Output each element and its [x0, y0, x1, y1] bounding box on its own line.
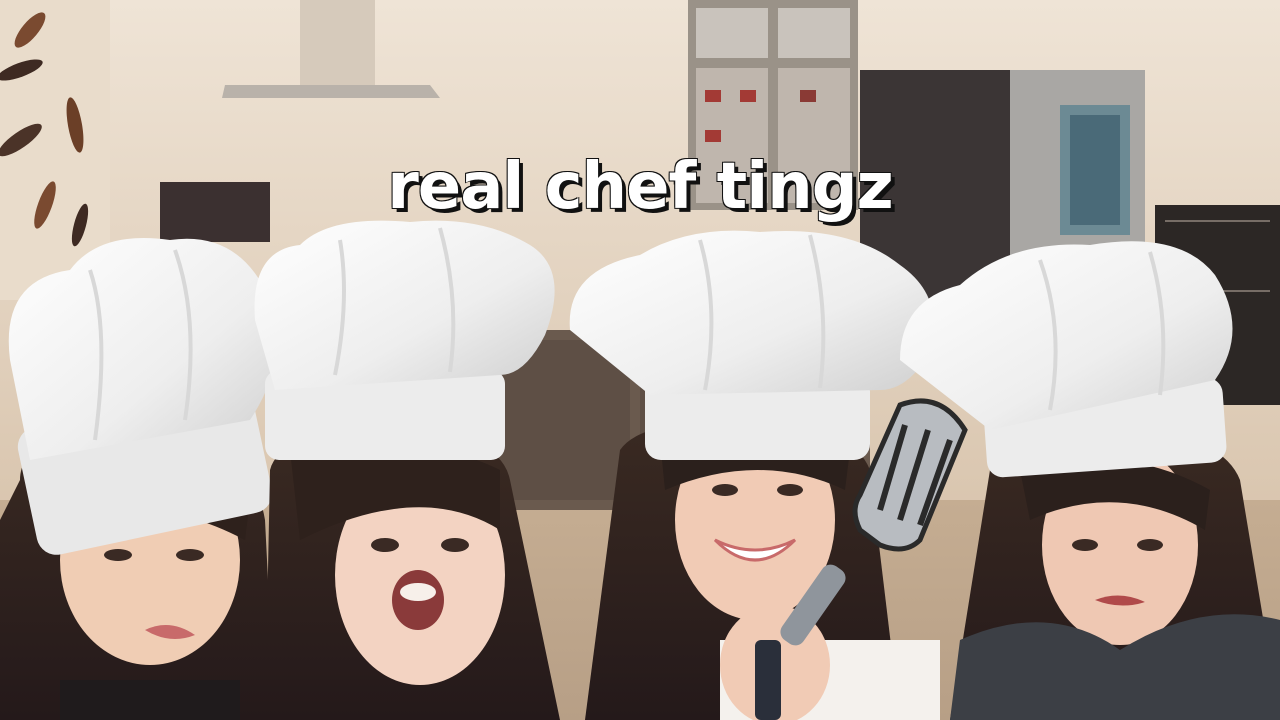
- thumbnail-title: real chef tingz: [387, 150, 894, 224]
- chef-hat-icon: [8, 238, 277, 555]
- kitchen-scene: [0, 0, 1280, 720]
